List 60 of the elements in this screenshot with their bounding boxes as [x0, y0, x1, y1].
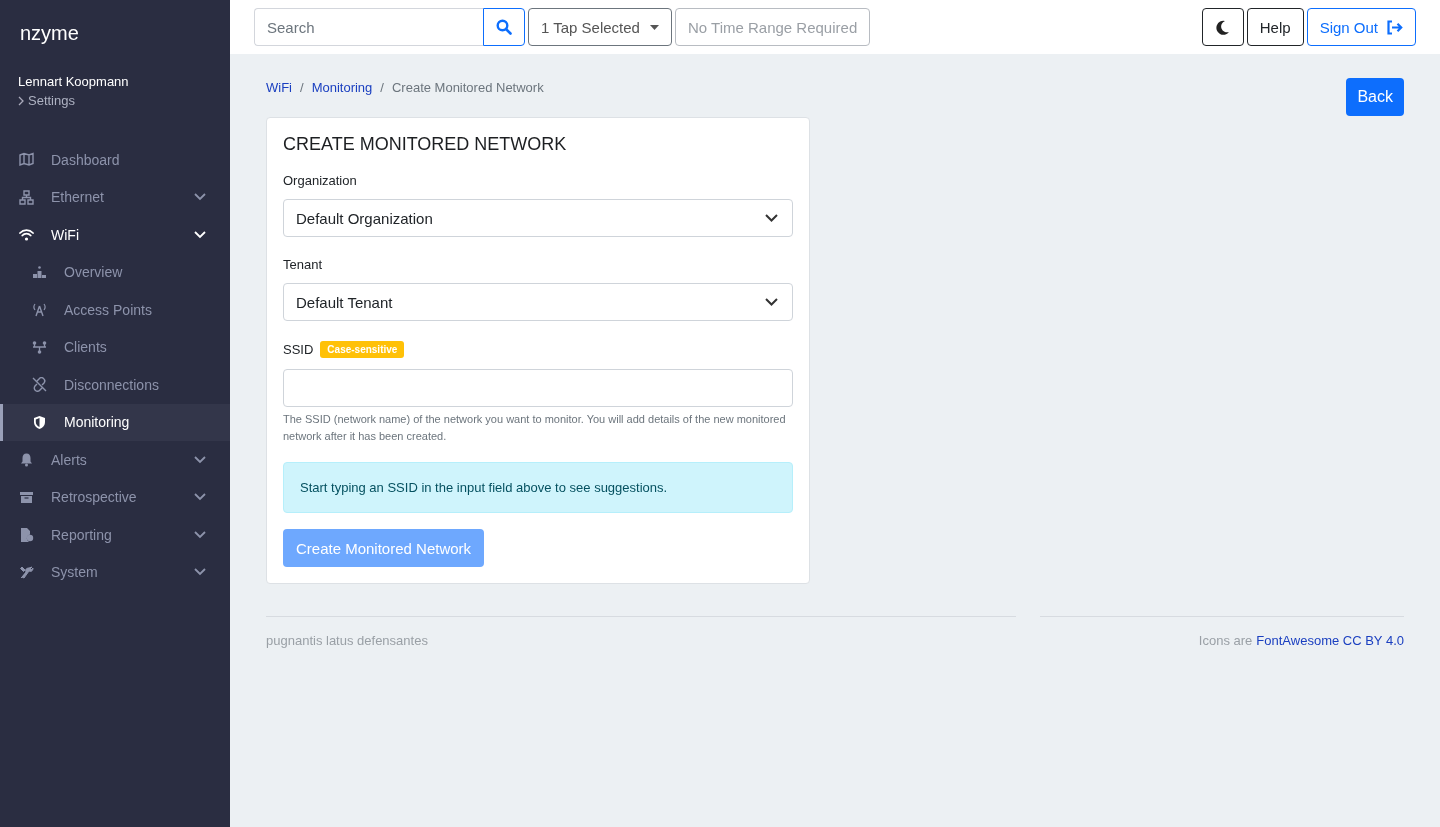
nav-item[interactable]: WiFi	[0, 216, 230, 254]
dark-mode-button[interactable]	[1201, 8, 1244, 46]
help-button[interactable]: Help	[1246, 8, 1304, 46]
tenant-select[interactable]: Default Tenant	[283, 283, 793, 321]
app-logo-text[interactable]: nzyme	[0, 0, 230, 56]
footer-motto: pugnantis latus defensantes	[266, 633, 428, 648]
nav-item[interactable]: Dashboard	[0, 141, 230, 179]
shield-icon	[32, 414, 47, 430]
file-icon	[19, 527, 34, 543]
antenna-icon	[32, 302, 47, 318]
network-icon	[19, 189, 34, 205]
chart-icon	[32, 264, 47, 280]
nav-item[interactable]: Retrospective	[0, 478, 230, 516]
chevron-down-icon	[765, 214, 778, 222]
sign-out-button[interactable]: Sign Out	[1306, 8, 1416, 46]
nav-subitem[interactable]: Access Points	[0, 291, 230, 329]
search-icon	[496, 19, 512, 35]
nav-item[interactable]: System	[0, 553, 230, 591]
tap-selector-dropdown[interactable]: 1 Tap Selected	[528, 8, 672, 46]
search-button[interactable]	[483, 8, 525, 46]
chevron-right-icon	[18, 95, 24, 106]
user-name: Lennart Koopmann	[18, 74, 130, 89]
organization-select[interactable]: Default Organization	[283, 199, 793, 237]
search-field[interactable]: Search	[254, 8, 483, 46]
card-title: CREATE MONITORED NETWORK	[283, 134, 567, 155]
nav-subitem[interactable]: Overview	[0, 253, 230, 291]
nav-subitem[interactable]: Disconnections	[0, 366, 230, 404]
settings-link[interactable]: Settings	[18, 93, 212, 108]
moon-icon	[1215, 19, 1230, 35]
field-label: SSID	[283, 342, 314, 357]
breadcrumb-current: Create Monitored Network	[391, 80, 544, 95]
nav-subitem[interactable]: Monitoring	[0, 403, 230, 441]
fontawesome-link[interactable]: FontAwesome CC BY 4.0	[1256, 633, 1404, 648]
tools-icon	[19, 564, 34, 580]
bell-icon	[19, 452, 34, 468]
ssid-input-field[interactable]	[283, 369, 793, 407]
breadcrumb-separator: /	[380, 80, 384, 95]
sign-out-icon	[1386, 19, 1403, 35]
case-sensitive-badge: Case-sensitive	[320, 341, 405, 358]
nav-item[interactable]: Reporting	[0, 516, 230, 554]
breadcrumb-link[interactable]: WiFi	[266, 80, 292, 95]
breadcrumb-separator: /	[300, 80, 304, 95]
footer-credit-text: Icons are	[1198, 633, 1253, 648]
field-label: Tenant	[283, 257, 323, 272]
chevron-down-icon	[765, 298, 778, 306]
caret-icon	[649, 24, 659, 30]
info-alert: Start typing an SSID in the input field above to see suggestions.	[283, 462, 793, 513]
network-nodes-icon	[32, 339, 47, 355]
nav-subitem[interactable]: Clients	[0, 328, 230, 366]
breadcrumb-link[interactable]: Monitoring	[311, 80, 373, 95]
nav-item[interactable]: Alerts	[0, 441, 230, 479]
wifi-icon	[19, 227, 34, 243]
time-range-button[interactable]: No Time Range Required	[674, 8, 871, 46]
field-label: Organization	[283, 173, 357, 188]
help-text: The SSID (network name) of the network you want to monitor. You will add details of the new monitored network after it has been created.	[283, 412, 787, 444]
back-button[interactable]: Back	[1346, 78, 1404, 116]
unlink-icon	[32, 377, 47, 393]
archive-icon	[19, 489, 34, 505]
nav-item[interactable]: Ethernet	[0, 178, 230, 216]
map-icon	[19, 152, 34, 168]
